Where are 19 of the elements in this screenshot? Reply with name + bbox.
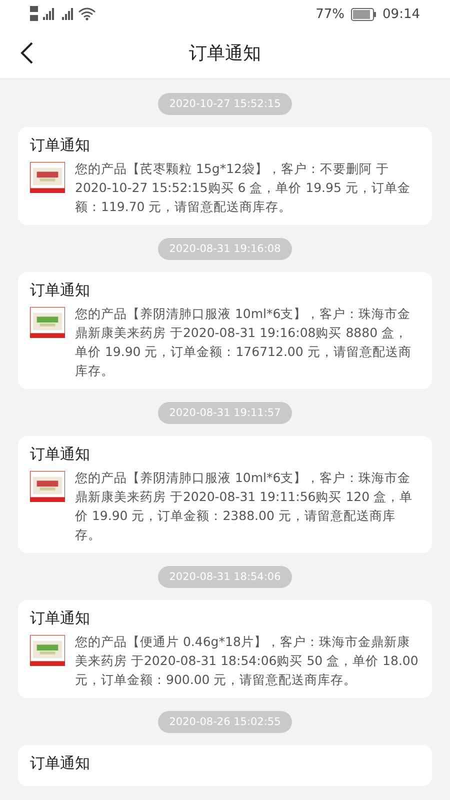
card-title: 订单通知 [30, 445, 91, 464]
notification-card[interactable]: 订单通知 [18, 745, 432, 786]
battery-icon [350, 8, 377, 20]
notification-text: 您的产品【芪枣颗粒 15g*12袋】，客户：不要删阿 于2020-10-27 15:52:15购买 6 盒，单价 19.95 元，订单金额：119.70 元，请留意配送商库存。 [75, 160, 412, 216]
card-title: 订单通知 [30, 136, 91, 155]
card-title: 订单通知 [30, 281, 91, 300]
notification-card[interactable]: 订单通知 您的产品【芪枣颗粒 15g*12袋】，客户：不要删阿 于2020-10-27 15:52:15购买 6 盒，单价 19.95 元，订单金额：119.70 元，请留意配送商库存。 [18, 127, 432, 225]
battery-percent: 77% [316, 6, 345, 22]
back-icon[interactable] [20, 42, 34, 64]
notification-card[interactable]: 订单通知 您的产品【便通片 0.46g*18片】，客户：珠海市金鼎新康美来药房 于2020-08-31 18:54:06购买 50 盒，单价 18.00 元，订单金额：900.00 元，请留意配送商库存。 [18, 600, 432, 698]
notification-card[interactable]: 订单通知 您的产品【养阴清肺口服液 10ml*6支】，客户：珠海市金鼎新康美来药房 于2020-08-31 19:16:08购买 8880 盒，单价 19.90 元，订单金额：176712.00 元，请留意配送商库存。 [18, 272, 432, 389]
notification-card[interactable]: 订单通知 您的产品【养阴清肺口服液 10ml*6支】，客户：珠海市金鼎新康美来药房 于2020-08-31 19:11:56购买 120 盒，单价 19.90 元，订单金额：2388.00 元，请留意配送商库存。 [18, 436, 432, 553]
card-title: 订单通知 [30, 609, 91, 628]
notification-text: 您的产品【养阴清肺口服液 10ml*6支】，客户：珠海市金鼎新康美来药房 于2020-08-31 19:11:56购买 120 盒，单价 19.90 元，订单金额：2388.00 元，请留意配送商库存。 [75, 469, 414, 544]
clock: 09:14 [382, 6, 420, 22]
notification-text: 您的产品【便通片 0.46g*18片】，客户：珠海市金鼎新康美来药房 于2020-08-31 18:54:06购买 50 盒，单价 18.00 元，订单金额：900.00 元，请留意配送商库存。 [75, 633, 420, 689]
notification-text: 您的产品【养阴清肺口服液 10ml*6支】，客户：珠海市金鼎新康美来药房 于2020-08-31 19:16:08购买 8880 盒，单价 19.90 元，订单金额：176712.00 元，请留意配送商库存。 [75, 305, 412, 380]
card-title: 订单通知 [30, 754, 91, 773]
page-title: 订单通知 [189, 42, 261, 65]
